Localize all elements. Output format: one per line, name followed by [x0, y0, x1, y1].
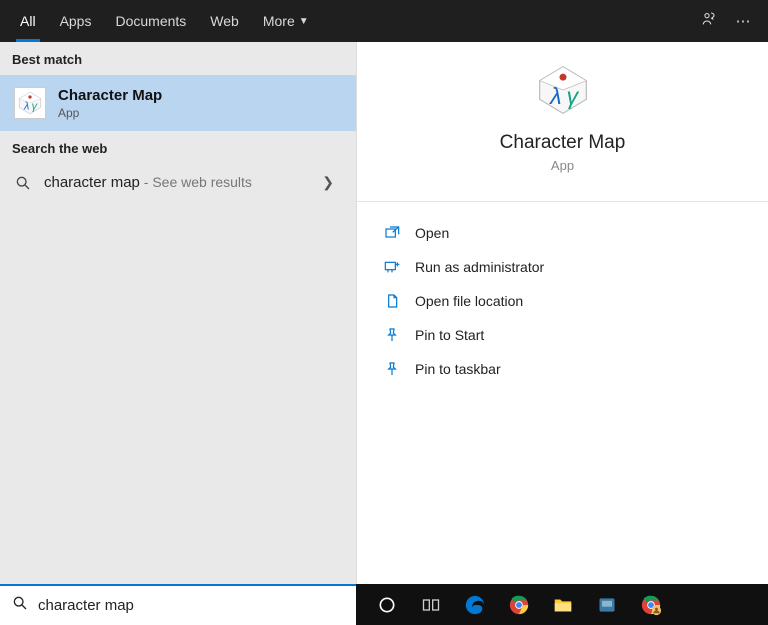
character-map-app-icon: λγ: [14, 87, 46, 119]
tab-web[interactable]: Web: [198, 0, 251, 42]
search-input[interactable]: [38, 597, 344, 614]
tab-documents[interactable]: Documents: [103, 0, 198, 42]
action-run-admin[interactable]: Run as administrator: [357, 250, 768, 284]
tab-apps-label: Apps: [60, 13, 92, 29]
filter-tabs: All Apps Documents Web More ▼ ⋯: [0, 0, 768, 42]
tab-all-label: All: [20, 13, 36, 29]
results-panel: Best match λγ Character Map App Search t…: [0, 42, 356, 584]
divider: [357, 201, 768, 202]
details-subtitle: App: [551, 158, 574, 173]
action-pin-start[interactable]: Pin to Start: [357, 318, 768, 352]
more-options-icon[interactable]: ⋯: [726, 12, 760, 30]
action-open-location[interactable]: Open file location: [357, 284, 768, 318]
search-web-header: Search the web: [0, 131, 356, 164]
edge-icon[interactable]: [462, 592, 488, 618]
web-result-suffix: - See web results: [140, 174, 252, 190]
action-open-location-label: Open file location: [415, 293, 523, 309]
action-open-label: Open: [415, 225, 449, 241]
svg-text:λ: λ: [548, 83, 561, 109]
search-icon: [14, 175, 32, 191]
file-explorer-icon[interactable]: [550, 592, 576, 618]
file-location-icon: [383, 292, 401, 310]
details-title: Character Map: [500, 132, 626, 154]
chrome-icon[interactable]: [506, 592, 532, 618]
taskbar: [356, 584, 768, 625]
admin-icon: [383, 258, 401, 276]
open-icon: [383, 224, 401, 242]
pin-taskbar-icon: [383, 360, 401, 378]
action-run-admin-label: Run as administrator: [415, 259, 544, 275]
action-pin-taskbar-label: Pin to taskbar: [415, 361, 501, 377]
web-result-label: character map - See web results: [44, 174, 252, 191]
action-pin-taskbar[interactable]: Pin to taskbar: [357, 352, 768, 386]
web-result-item[interactable]: character map - See web results ❯: [0, 164, 356, 201]
web-result-query: character map: [44, 174, 140, 191]
tab-more[interactable]: More ▼: [251, 0, 321, 42]
search-icon: [12, 595, 28, 616]
svg-text:λ: λ: [23, 101, 29, 113]
tab-web-label: Web: [210, 13, 239, 29]
cortana-icon[interactable]: [374, 592, 400, 618]
svg-text:γ: γ: [566, 83, 579, 109]
app-large-icon: λγ: [535, 62, 591, 118]
tab-documents-label: Documents: [115, 13, 186, 29]
tab-more-label: More: [263, 13, 295, 29]
details-panel: λγ Character Map App Open Run as adminis…: [356, 42, 768, 584]
tab-apps[interactable]: Apps: [48, 0, 104, 42]
pin-start-icon: [383, 326, 401, 344]
best-match-header: Best match: [0, 42, 356, 75]
action-pin-start-label: Pin to Start: [415, 327, 484, 343]
feedback-icon[interactable]: [692, 11, 726, 31]
chevron-down-icon: ▼: [299, 16, 309, 27]
task-view-icon[interactable]: [418, 592, 444, 618]
app-shortcut-icon[interactable]: [594, 592, 620, 618]
best-match-subtitle: App: [58, 106, 162, 120]
tab-all[interactable]: All: [8, 0, 48, 42]
chevron-right-icon: ❯: [322, 174, 334, 191]
action-open[interactable]: Open: [357, 216, 768, 250]
best-match-title: Character Map: [58, 87, 162, 104]
svg-text:γ: γ: [32, 101, 38, 113]
search-box: [0, 584, 356, 625]
best-match-item[interactable]: λγ Character Map App: [0, 75, 356, 131]
chrome-profile-icon[interactable]: [638, 592, 664, 618]
